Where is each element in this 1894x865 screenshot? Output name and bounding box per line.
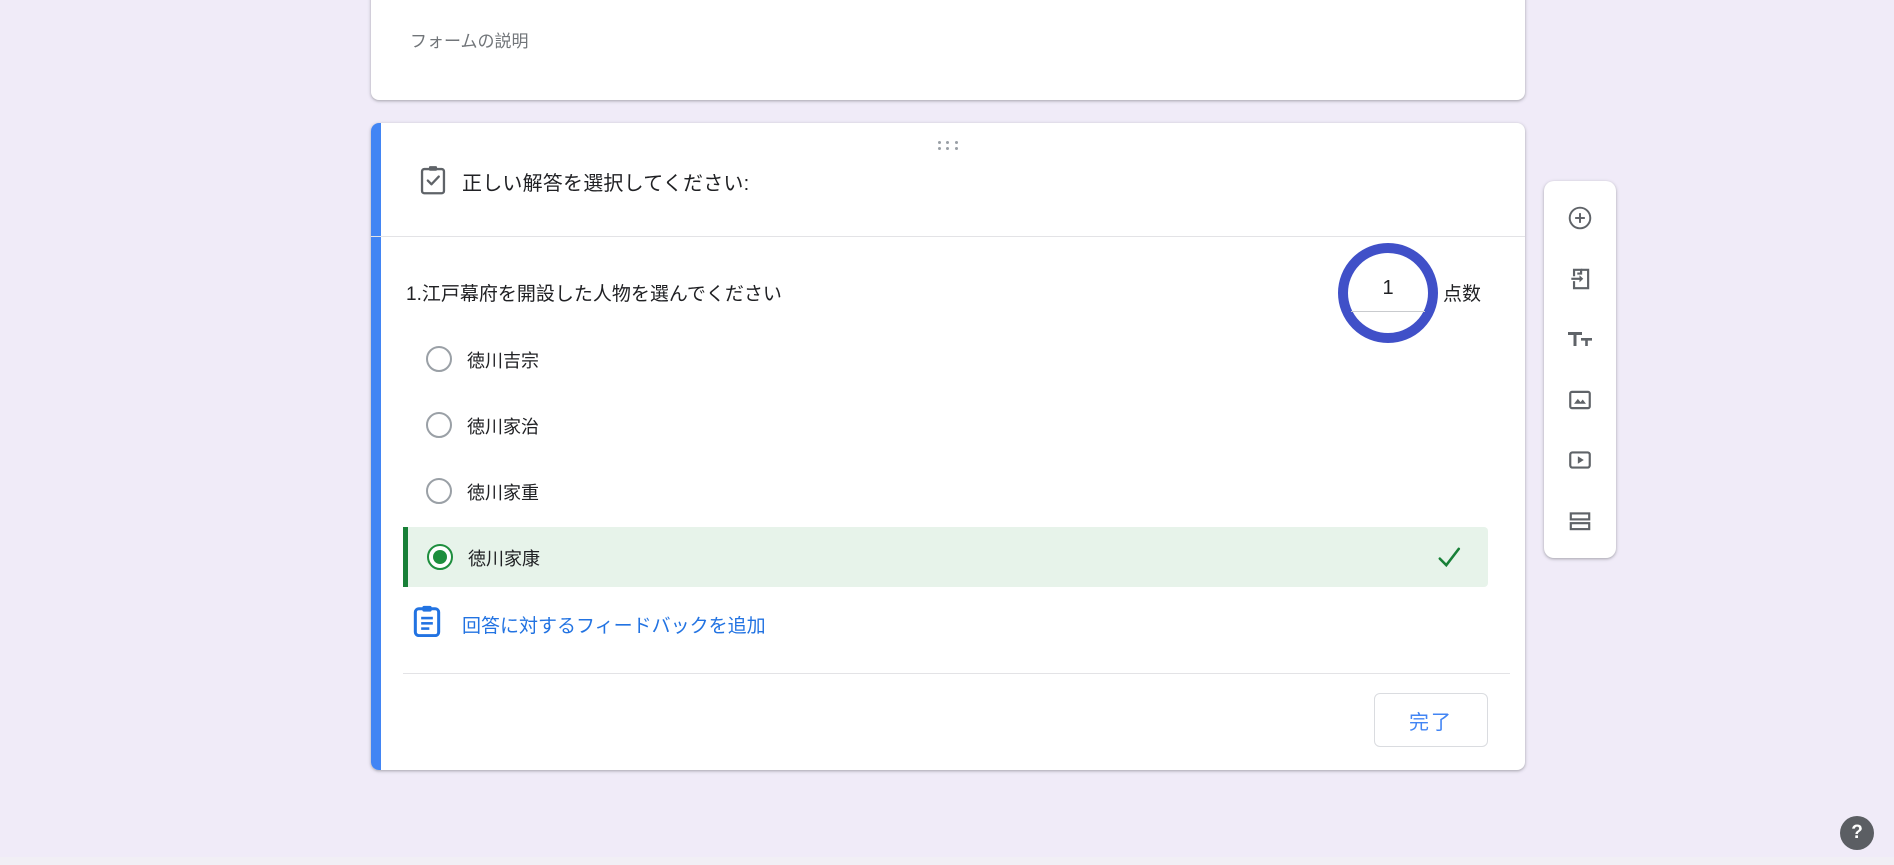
- radio-icon[interactable]: [426, 346, 452, 372]
- add-section-button[interactable]: [1556, 501, 1604, 541]
- radio-icon[interactable]: [426, 478, 452, 504]
- points-input[interactable]: 1: [1348, 277, 1428, 300]
- add-question-button[interactable]: [1556, 198, 1604, 238]
- add-video-button[interactable]: [1556, 440, 1604, 480]
- correct-answer-check-icon: [1436, 544, 1462, 570]
- feedback-clipboard-icon: [413, 605, 441, 637]
- question-card: 正しい解答を選択してください: 1.江戸幕府を開設した人物を選んでください 1 …: [371, 123, 1525, 770]
- question-text[interactable]: 1.江戸幕府を開設した人物を選んでください: [406, 279, 782, 306]
- help-button[interactable]: ?: [1840, 816, 1874, 850]
- form-description-input[interactable]: フォームの説明: [410, 27, 529, 52]
- option-label[interactable]: 徳川家重: [467, 479, 539, 505]
- import-questions-button[interactable]: [1556, 259, 1604, 299]
- option-row-correct-answer[interactable]: 徳川家康: [403, 527, 1488, 587]
- floating-toolbar: [1544, 181, 1616, 558]
- option-label[interactable]: 徳川吉宗: [467, 347, 539, 373]
- add-feedback-link[interactable]: 回答に対するフィードバックを追加: [413, 603, 833, 645]
- points-highlight-circle: 1: [1338, 243, 1438, 343]
- radio-selected-icon[interactable]: [427, 544, 453, 570]
- option-label[interactable]: 徳川家治: [467, 413, 539, 439]
- option-row[interactable]: 徳川吉宗: [403, 333, 1493, 385]
- add-video-icon: [1567, 447, 1593, 473]
- points-input-underline: [1351, 311, 1425, 312]
- header-divider: [371, 236, 1525, 237]
- form-description-card: フォームの説明: [371, 0, 1525, 100]
- active-card-accent-bar: [371, 123, 381, 770]
- google-forms-edit-page: フォームの説明 正しい解答を選択してください: 1.江戸幕府を開設した人物を選ん…: [0, 0, 1894, 865]
- radio-icon[interactable]: [426, 412, 452, 438]
- add-image-button[interactable]: [1556, 380, 1604, 420]
- card-title[interactable]: 正しい解答を選択してください:: [462, 167, 749, 196]
- done-button[interactable]: 完了: [1374, 693, 1488, 747]
- option-row[interactable]: 徳川家治: [403, 399, 1493, 451]
- add-image-icon: [1567, 387, 1593, 413]
- option-row[interactable]: 徳川家重: [403, 465, 1493, 517]
- add-title-text-button[interactable]: [1556, 319, 1604, 359]
- import-questions-icon: [1567, 266, 1593, 292]
- add-question-icon: [1567, 205, 1593, 231]
- add-section-icon: [1567, 508, 1593, 534]
- points-label: 点数: [1443, 279, 1481, 306]
- option-label[interactable]: 徳川家康: [468, 545, 540, 571]
- add-feedback-label[interactable]: 回答に対するフィードバックを追加: [462, 611, 766, 638]
- clipboard-check-icon: [419, 165, 447, 195]
- viewport-bottom-strip: [0, 857, 1894, 865]
- footer-divider: [403, 673, 1510, 674]
- drag-handle-icon[interactable]: [935, 139, 961, 151]
- add-title-text-icon: [1566, 327, 1594, 351]
